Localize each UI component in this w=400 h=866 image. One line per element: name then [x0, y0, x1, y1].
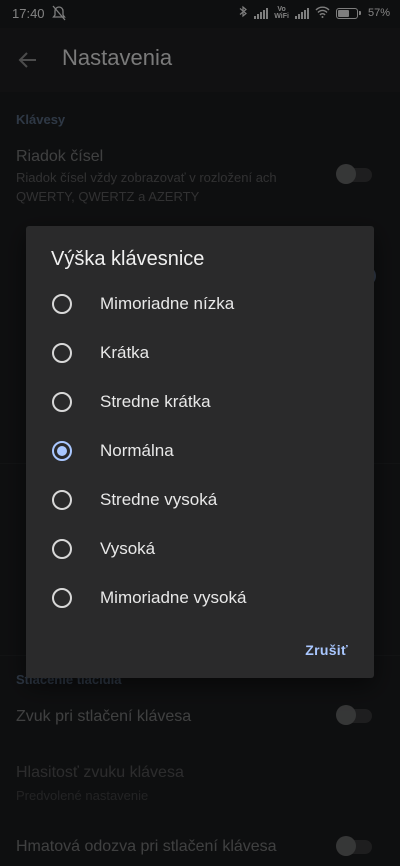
radio-button[interactable]: [52, 587, 72, 608]
option-medium-tall[interactable]: Stredne vysoká: [26, 475, 374, 524]
radio-button-selected[interactable]: [52, 440, 72, 461]
radio-button[interactable]: [52, 391, 72, 412]
radio-button[interactable]: [52, 489, 72, 510]
option-label: Normálna: [100, 440, 174, 460]
option-label: Stredne krátka: [100, 391, 211, 411]
option-extra-low[interactable]: Mimoriadne nízka: [26, 279, 374, 328]
option-normal[interactable]: Normálna: [26, 426, 374, 475]
dialog-title: Výška klávesnice: [51, 248, 205, 270]
option-extra-tall[interactable]: Mimoriadne vysoká: [26, 573, 374, 622]
option-tall[interactable]: Vysoká: [26, 524, 374, 573]
option-label: Vysoká: [100, 538, 156, 558]
cancel-button[interactable]: Zrušiť: [305, 642, 348, 658]
option-label: Mimoriadne vysoká: [100, 587, 247, 607]
keyboard-height-dialog: Výška klávesnice Mimoriadne nízka Krátka…: [26, 226, 374, 678]
option-label: Krátka: [100, 342, 150, 362]
radio-button[interactable]: [52, 342, 72, 363]
option-short[interactable]: Krátka: [26, 328, 374, 377]
option-label: Stredne vysoká: [100, 489, 218, 509]
radio-button[interactable]: [52, 293, 72, 314]
option-medium-short[interactable]: Stredne krátka: [26, 377, 374, 426]
option-label: Mimoriadne nízka: [100, 293, 235, 313]
radio-button[interactable]: [52, 538, 72, 559]
